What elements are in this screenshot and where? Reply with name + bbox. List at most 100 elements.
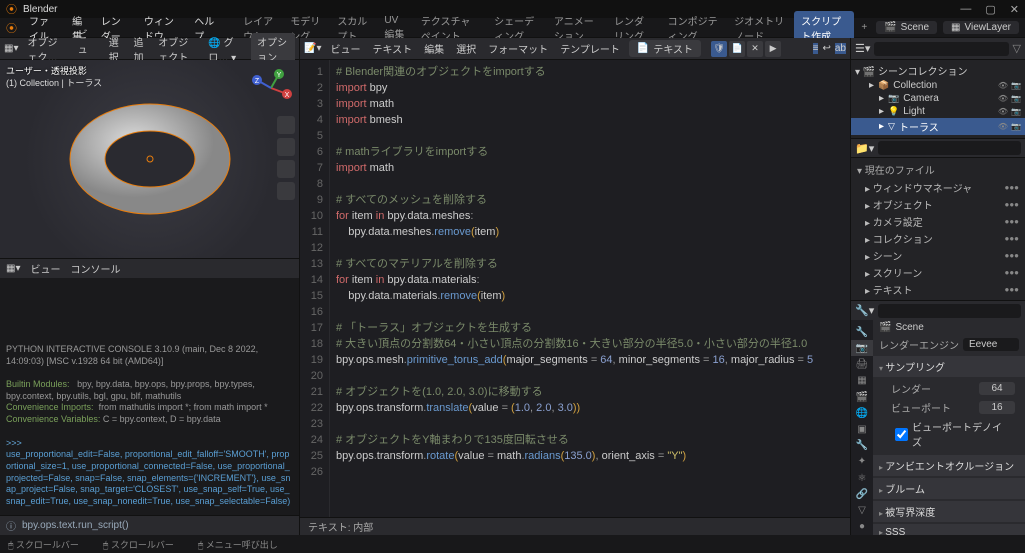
scene-collection-row[interactable]: ▾ 🎬 シーンコレクション [851, 62, 1025, 79]
code-line[interactable]: # mathライブラリをimportする [336, 144, 844, 160]
particle-tab[interactable]: ✦ [851, 454, 873, 470]
vp-menu-オブジェクト[interactable]: オブジェクト [155, 34, 199, 64]
code-line[interactable]: # 「トーラス」オブジェクトを生成する [336, 320, 844, 336]
camera-render-icon[interactable]: 📷 [1011, 81, 1021, 90]
text-editor[interactable]: 1234567891011121314151617181920212223242… [300, 60, 850, 517]
close-button[interactable]: ✕ [1010, 3, 1019, 16]
code-line[interactable]: # すべてのメッシュを削除する [336, 192, 844, 208]
blender-icon[interactable]: ⦿ [6, 20, 17, 36]
code-line[interactable]: for item in bpy.data.materials: [336, 272, 844, 288]
constraint-tab[interactable]: 🔗 [851, 486, 873, 502]
code-line[interactable]: # オブジェクトを(1.0, 2.0, 3.0)に移動する [336, 384, 844, 400]
viewport-samples-input[interactable]: 16 [979, 401, 1015, 414]
global-dropdown[interactable]: 🌐 グロ… ▾ [205, 34, 245, 64]
physics-tab[interactable]: ⚛ [851, 470, 873, 486]
output-tab[interactable]: 🖨 [851, 356, 873, 372]
modifier-tab[interactable]: 🔧 [851, 438, 873, 454]
text-menu-フォーマット[interactable]: フォーマット [485, 41, 551, 56]
properties-search[interactable] [878, 304, 1021, 318]
viewlayer-selector[interactable]: ▦ ViewLayer [943, 21, 1019, 34]
scene-tab[interactable]: 🎬 [851, 389, 873, 405]
code-line[interactable] [336, 464, 844, 480]
eye-icon[interactable]: 👁 [998, 107, 1008, 116]
code-line[interactable] [336, 416, 844, 432]
filter-icon[interactable]: ▽ [1013, 42, 1021, 55]
move-view-tool[interactable] [277, 138, 295, 156]
camera-view-tool[interactable] [277, 160, 295, 178]
material-tab[interactable]: ● [851, 519, 873, 535]
panel-SSS[interactable]: SSS [873, 524, 1025, 535]
outliner[interactable]: ▾ 🎬 シーンコレクション ▸📦Collection 👁📷 ▸📷Camera 👁… [851, 60, 1025, 138]
vp-menu-選択[interactable]: 選択 [106, 34, 125, 64]
blend-file-icon[interactable]: 📁▾ [855, 142, 874, 155]
file-search[interactable] [878, 141, 1021, 155]
eye-icon[interactable]: 👁 [998, 81, 1008, 90]
line-numbers-toggle[interactable]: ≡ [813, 43, 819, 54]
properties-editor-icon[interactable]: 🔧▾ [855, 304, 874, 317]
code-line[interactable] [336, 128, 844, 144]
text-menu-選択[interactable]: 選択 [453, 41, 479, 56]
axis-gizmo[interactable]: X Y Z [249, 66, 293, 110]
file-row-シーン[interactable]: ▸ シーン●●● [851, 247, 1025, 264]
code-line[interactable] [336, 304, 844, 320]
code-line[interactable]: bpy.ops.mesh.primitive_torus_add(major_s… [336, 352, 844, 368]
file-row-オブジェクト[interactable]: ▸ オブジェクト●●● [851, 196, 1025, 213]
shield-icon[interactable]: 🛡 [711, 41, 727, 57]
render-tab[interactable]: 📷 [851, 340, 873, 356]
vp-menu-追加[interactable]: 追加 [130, 34, 149, 64]
new-text-button[interactable]: 📄 [729, 41, 745, 57]
code-line[interactable]: import math [336, 160, 844, 176]
camera-render-icon[interactable]: 📷 [1011, 94, 1021, 103]
tool-tab[interactable]: 🔧 [851, 324, 873, 340]
run-script-button[interactable]: ▶ [765, 41, 781, 57]
panel-アンビエントオクルージョン[interactable]: アンビエントオクルージョン [873, 455, 1025, 476]
vp-menu-オブジェク…[interactable]: オブジェク… [24, 34, 68, 64]
text-datablock-selector[interactable]: 📄 テキスト [629, 40, 701, 57]
outliner-editor-icon[interactable]: ☰▾ [855, 42, 870, 55]
code-line[interactable]: # すべてのマテリアルを削除する [336, 256, 844, 272]
blend-file-panel[interactable]: ▾ 現在のファイル▸ ウィンドウマネージャ●●●▸ オブジェクト●●●▸ カメラ… [851, 158, 1025, 300]
viewport-denoise-checkbox[interactable] [895, 428, 908, 441]
code-line[interactable]: # オブジェクトをY軸まわりで135度回転させる [336, 432, 844, 448]
code-line[interactable] [336, 368, 844, 384]
maximize-button[interactable]: ▢ [985, 3, 995, 16]
file-row-ウィンドウマネージャ[interactable]: ▸ ウィンドウマネージャ●●● [851, 179, 1025, 196]
render-samples-input[interactable]: 64 [979, 382, 1015, 395]
text-menu-テンプレート[interactable]: テンプレート [557, 41, 623, 56]
code-line[interactable]: bpy.data.materials.remove(item) [336, 288, 844, 304]
code-line[interactable]: import math [336, 96, 844, 112]
world-tab[interactable]: 🌐 [851, 405, 873, 421]
code-line[interactable]: # 大きい頂点の分割数64・小さい頂点の分割数16・大きい部分の半径5.0・小さ… [336, 336, 844, 352]
minimize-button[interactable]: — [960, 3, 971, 16]
word-wrap-toggle[interactable]: ↩ [822, 43, 830, 54]
console-console-menu[interactable]: コンソール [70, 261, 120, 276]
code-line[interactable]: for item in bpy.data.meshes: [336, 208, 844, 224]
viewlayer-tab[interactable]: ▦ [851, 373, 873, 389]
3d-viewport[interactable]: ユーザー・透視投影 (1) Collection | トーラス X Y Z [0, 60, 299, 258]
scene-selector[interactable]: 🎬 Scene [876, 21, 937, 34]
console-view-menu[interactable]: ビュー [30, 261, 60, 276]
text-menu-編集[interactable]: 編集 [421, 41, 447, 56]
zoom-tool[interactable] [277, 116, 295, 134]
render-engine-select[interactable]: Eevee [963, 338, 1019, 351]
file-row-テキスト[interactable]: ▸ テキスト●●● [851, 281, 1025, 298]
code-line[interactable]: bpy.data.meshes.remove(item) [336, 224, 844, 240]
syntax-highlight-toggle[interactable]: ab [835, 43, 846, 54]
code-line[interactable]: bpy.ops.transform.rotate(value = math.ra… [336, 448, 844, 464]
file-row-コレクション[interactable]: ▸ コレクション●●● [851, 230, 1025, 247]
python-console[interactable]: PYTHON INTERACTIVE CONSOLE 3.10.9 (main,… [0, 278, 299, 515]
eye-icon[interactable]: 👁 [998, 122, 1008, 131]
text-editor-icon[interactable]: 📝▾ [304, 43, 321, 54]
data-tab[interactable]: ▽ [851, 503, 873, 519]
outliner-search[interactable] [874, 42, 1008, 56]
code-line[interactable] [336, 176, 844, 192]
text-menu-テキスト[interactable]: テキスト [369, 41, 415, 56]
code-line[interactable]: # Blender関連のオブジェクトをimportする [336, 64, 844, 80]
editor-type-icon[interactable]: ▦▾ [4, 43, 18, 54]
outliner-item-トーラス[interactable]: ▸▽トーラス 👁📷 [851, 118, 1025, 135]
code-line[interactable] [336, 240, 844, 256]
file-row-スクリーン[interactable]: ▸ スクリーン●●● [851, 264, 1025, 281]
panel-被写界深度[interactable]: 被写界深度 [873, 501, 1025, 522]
text-menu-ビュー[interactable]: ビュー [327, 41, 363, 56]
console-editor-icon[interactable]: ▦▾ [6, 263, 20, 274]
